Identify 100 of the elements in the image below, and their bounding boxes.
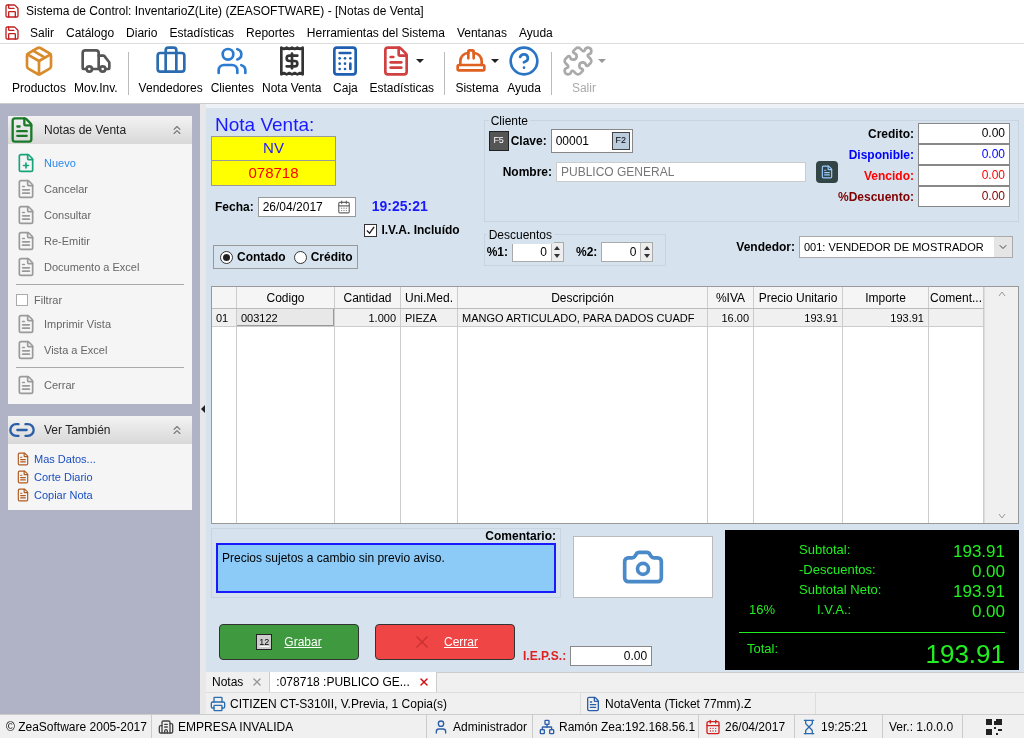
value-field: 0.00: [918, 165, 1010, 186]
seller-dropdown[interactable]: 001: VENDEDOR DE MOSTRADOR: [799, 236, 1013, 258]
total-label: I.V.A.:: [816, 601, 853, 619]
collapse-icon: [170, 423, 184, 437]
column-header[interactable]: %IVA: [708, 287, 754, 308]
total-value: 0.00: [971, 561, 1005, 583]
toolbar-button[interactable]: Estadísticas: [365, 48, 439, 99]
column-header[interactable]: Descripción: [458, 287, 708, 308]
table-cell: PIEZA: [401, 309, 458, 326]
folio-field: 078718: [211, 161, 336, 186]
document-icon: [16, 257, 36, 277]
status-text: NotaVenta (Ticket 77mm).Z: [605, 695, 752, 713]
toolbar-button[interactable]: Mov.Inv.: [70, 48, 122, 99]
serie-field: NV: [211, 136, 336, 161]
spin-arrows-icon: [551, 243, 563, 261]
column-header[interactable]: Importe: [843, 287, 929, 308]
panel-title: Ver También: [44, 422, 112, 439]
document-icon: [16, 205, 36, 225]
menu-item[interactable]: Catálogo: [60, 23, 121, 42]
table-cell: 003122: [237, 309, 335, 326]
new-document-icon: [16, 153, 36, 173]
scroll-up-icon: [997, 291, 1006, 297]
menu-item[interactable]: Reportes: [240, 23, 301, 42]
sidebar-link[interactable]: Mas Datos...: [34, 450, 96, 468]
close-button[interactable]: Cerrar: [375, 624, 515, 660]
checkbox[interactable]: [364, 223, 378, 237]
field-label: %Descuento:: [838, 188, 914, 206]
close-icon[interactable]: [417, 676, 430, 688]
total-value: 193.91: [953, 541, 1005, 563]
menu-item[interactable]: Herramientas del Sistema: [300, 23, 451, 42]
client-card-button[interactable]: [816, 161, 838, 183]
table-cell: 1.000: [335, 309, 401, 326]
toolbar-button[interactable]: Productos: [8, 48, 71, 99]
status-text: Ramón Zea:192.168.56.1: [559, 718, 696, 736]
status-text: EMPRESA INVALIDA: [178, 718, 294, 736]
form-title: Nota Venta:: [214, 114, 316, 136]
radio-button[interactable]: [220, 250, 233, 264]
document-icon: [16, 231, 36, 251]
toolbar-button[interactable]: Ayuda: [503, 48, 545, 99]
menu-item[interactable]: Salir: [24, 23, 60, 42]
sidebar-link[interactable]: Copiar Nota: [34, 486, 93, 504]
value-field: 0.00: [918, 123, 1010, 144]
spin-field[interactable]: 0: [512, 242, 564, 262]
toolbar-button[interactable]: Nota Venta: [258, 48, 326, 99]
total-value: 193.91: [953, 581, 1005, 603]
toolbar-button[interactable]: Sistema: [451, 48, 504, 99]
field-label: Clave:: [510, 133, 547, 150]
name-field: PUBLICO GENERAL: [556, 162, 806, 182]
value-field: 0.00: [570, 646, 653, 666]
document-icon: [16, 375, 36, 395]
save-button[interactable]: 12 Grabar: [219, 624, 359, 660]
panel-header[interactable]: Notas de Venta: [8, 116, 192, 144]
grand-total: 193.91: [925, 639, 1005, 669]
document-icon: [16, 452, 30, 466]
key-button[interactable]: F2: [611, 132, 630, 150]
status-text: 26/04/2017: [725, 718, 786, 736]
menu-item[interactable]: Diario: [120, 23, 164, 42]
column-header[interactable]: Codigo: [237, 287, 335, 308]
document-icon: [16, 314, 36, 334]
column-header[interactable]: Precio Unitario: [754, 287, 843, 308]
printer-icon: [210, 695, 226, 712]
field-label: %1:: [486, 244, 508, 261]
status-text: CITIZEN CT-S310II, V.Previa, 1 Copia(s): [230, 695, 447, 713]
package-icon: [23, 45, 55, 77]
document-icon: [16, 470, 30, 484]
status-text: © ZeaSoftware 2005-2017: [6, 718, 147, 736]
table-cell: MANGO ARTICULADO, PARA DADOS CUADF: [458, 309, 708, 326]
menu-item[interactable]: Ventanas: [450, 23, 513, 42]
column-header[interactable]: Cantidad: [335, 287, 401, 308]
calendar-icon: [336, 199, 351, 214]
function-key-icon: 12: [256, 634, 273, 650]
spin-arrows-icon: [640, 243, 653, 261]
field-label: Vencido:: [864, 167, 914, 185]
input-field[interactable]: 00001 F2: [550, 129, 633, 153]
menu-item[interactable]: Estadísticas: [163, 23, 241, 42]
field-label: Fecha:: [215, 198, 254, 216]
table-cell: 193.91: [843, 309, 929, 326]
date-field[interactable]: 26/04/2017: [257, 196, 356, 217]
field-label: Comentario:: [485, 529, 556, 543]
document-icon: [16, 488, 30, 502]
column-header[interactable]: Uni.Med.: [401, 287, 458, 308]
spin-field[interactable]: 0: [601, 242, 654, 262]
toolbar-button[interactable]: Caja: [325, 48, 366, 99]
panel-header[interactable]: Ver También: [8, 416, 192, 444]
collapse-icon: [170, 123, 184, 137]
toolbar-button[interactable]: Clientes: [206, 48, 259, 99]
building-icon: [158, 718, 174, 735]
comment-field[interactable]: Precios sujetos a cambio sin previo aviso.: [216, 543, 556, 593]
checkbox-label: I.V.A. Incluído: [381, 222, 460, 239]
radio-button[interactable]: [293, 250, 307, 264]
sidebar-link[interactable]: Corte Diario: [34, 468, 93, 486]
total-value: 0.00: [971, 601, 1005, 623]
document-tab[interactable]: :078718 :PUBLICO GE...: [269, 672, 437, 692]
toolbar-button[interactable]: Vendedores: [134, 48, 207, 99]
user-icon: [433, 718, 449, 735]
table-cell: 16.00: [708, 309, 754, 326]
menu-item[interactable]: Ayuda: [512, 23, 559, 42]
document-icon: [585, 695, 601, 712]
table-cell: 193.91: [754, 309, 843, 326]
key-button[interactable]: F5: [488, 131, 509, 151]
